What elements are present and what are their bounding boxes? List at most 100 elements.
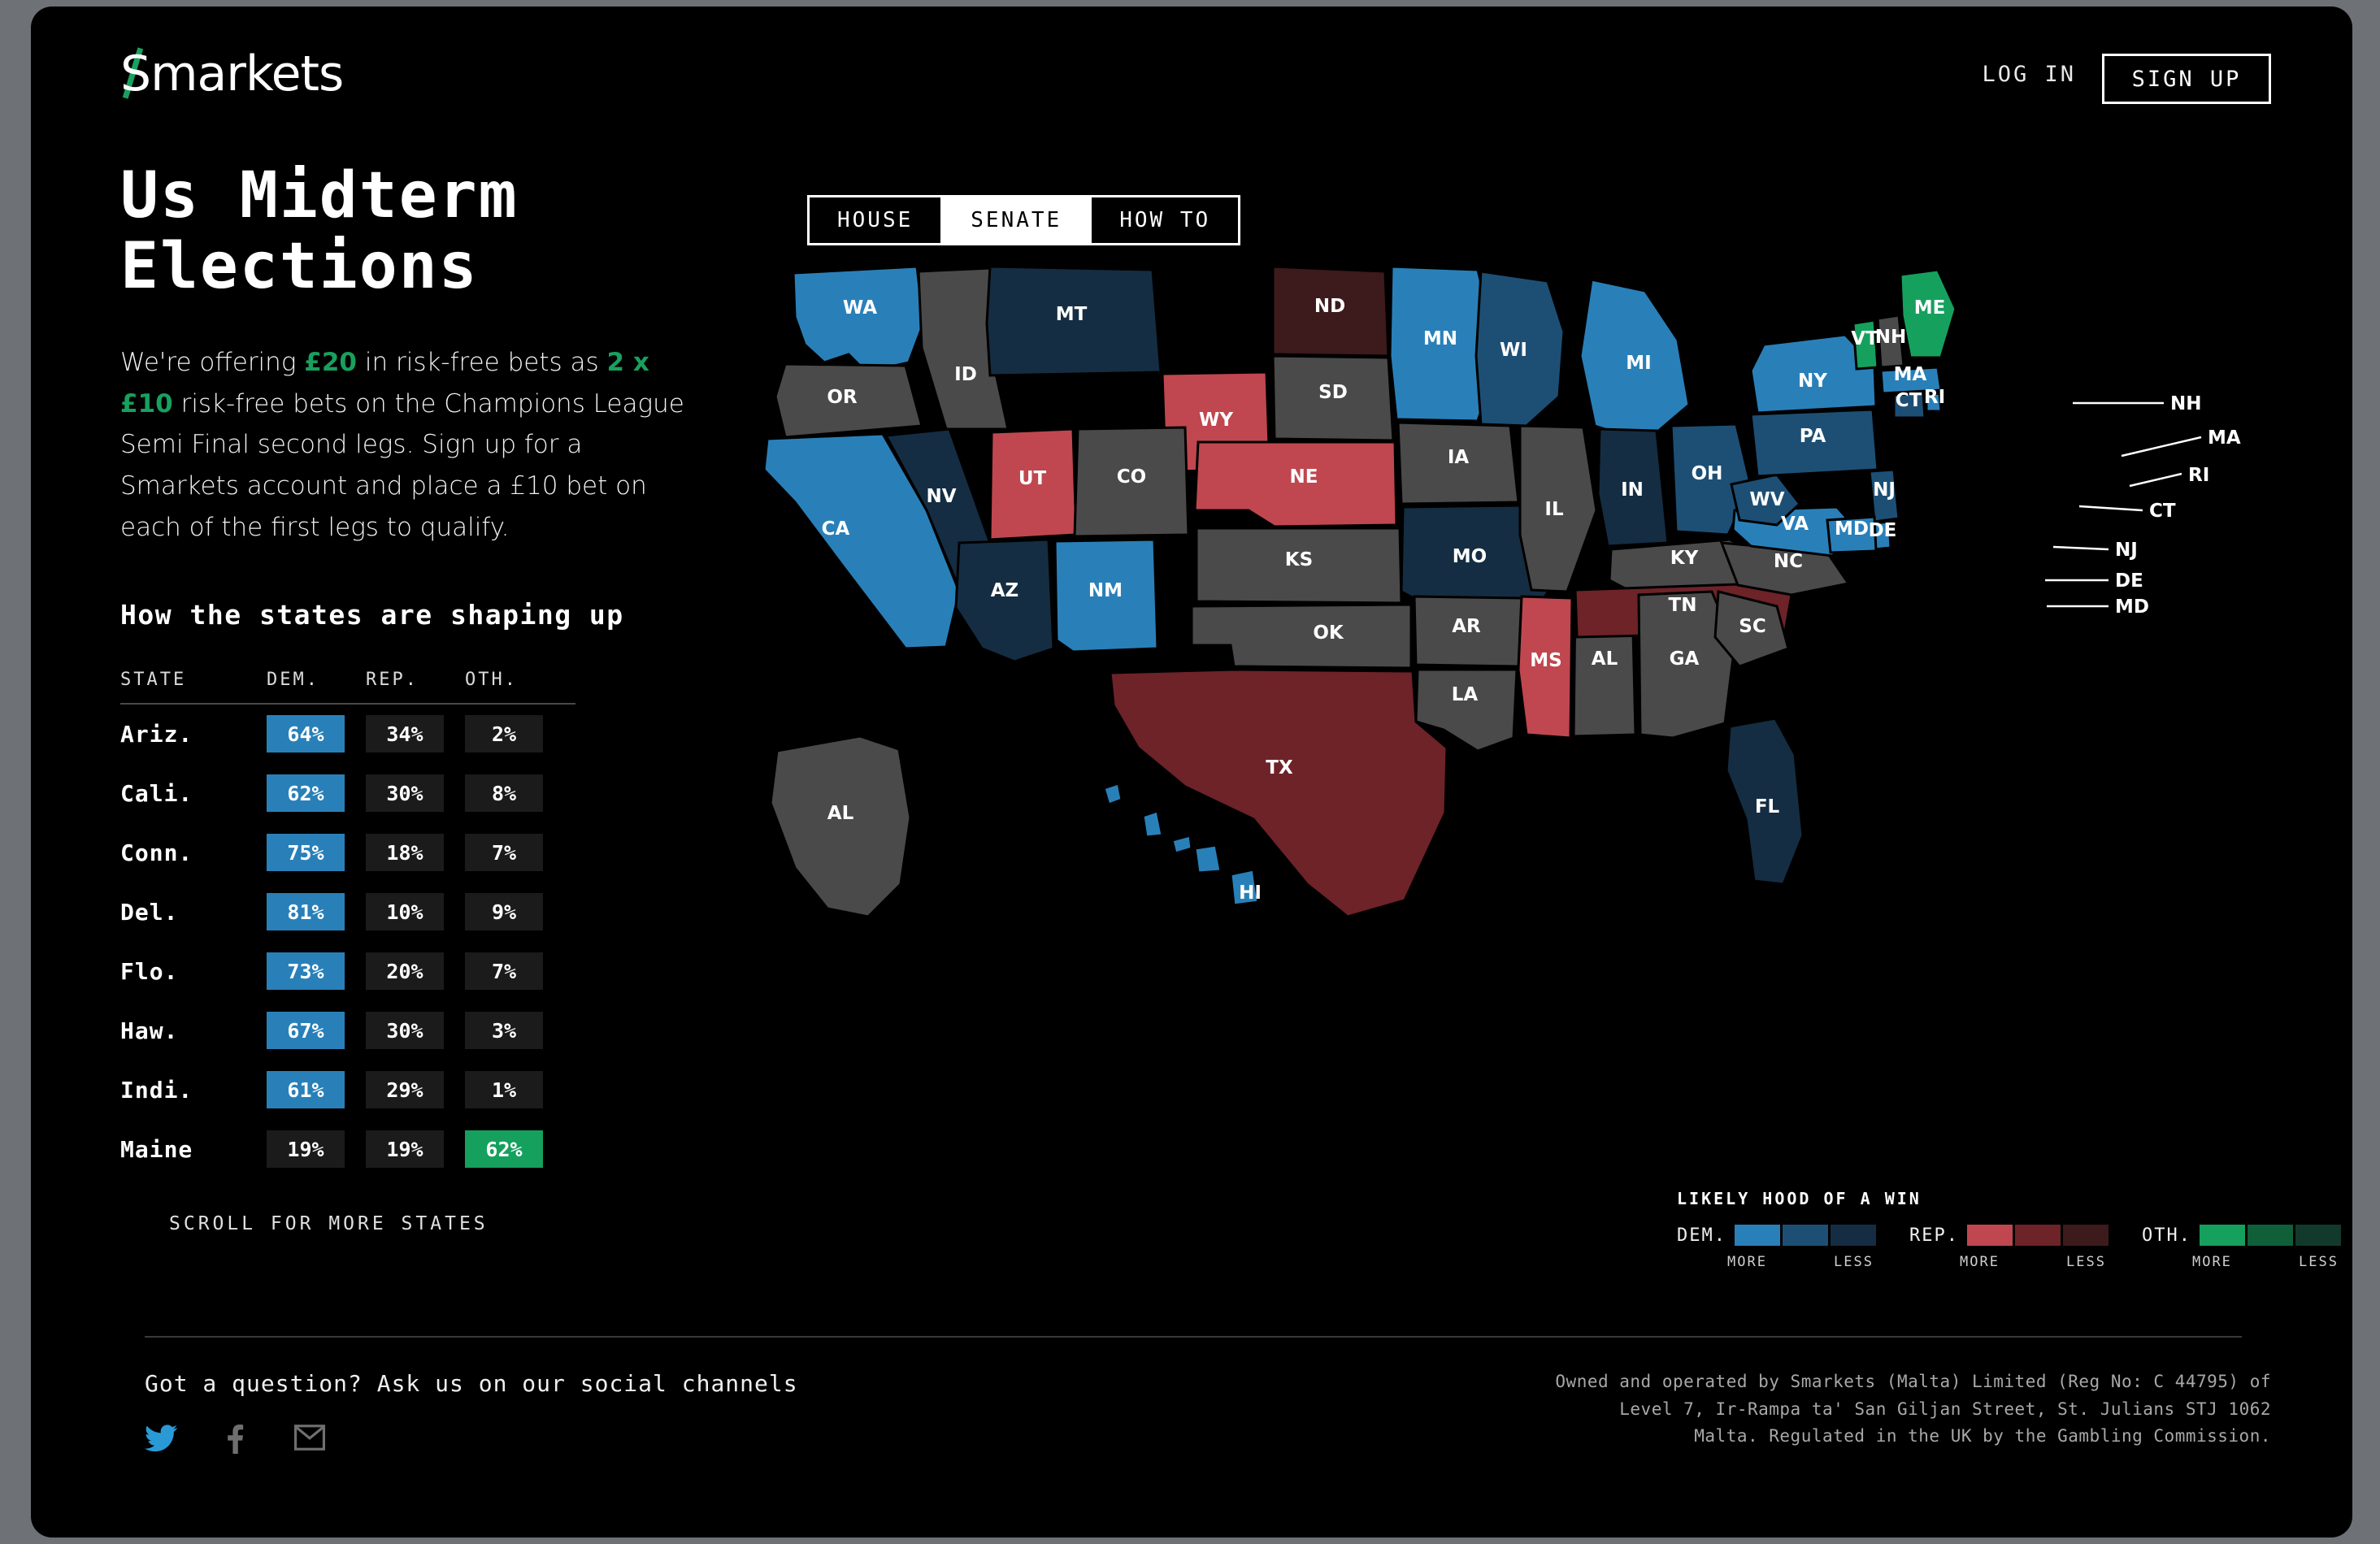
login-button[interactable]: LOG IN (1982, 62, 2076, 87)
table-row[interactable]: Indi. 61% 29% 1% (120, 1060, 575, 1120)
row-state-name: Maine (120, 1135, 193, 1163)
map-state-hi[interactable] (1193, 844, 1223, 874)
map-label-ok: OK (1313, 622, 1344, 644)
cell-dem: 61% (267, 1071, 345, 1109)
map-callout-label-ma: MA (2208, 427, 2241, 449)
legal-line-1: Owned and operated by Smarkets (Malta) L… (1555, 1372, 2271, 1391)
table-row[interactable]: Flo. 73% 20% 7% (120, 942, 575, 1001)
table-row[interactable]: Del. 81% 10% 9% (120, 883, 575, 942)
map-state-tx[interactable] (1109, 668, 1448, 918)
cell-wrap-dem: 73% (267, 952, 366, 991)
tab-senate[interactable]: SENATE (943, 197, 1090, 243)
legal-line-3: Malta. Regulated in the UK by the Gambli… (1694, 1426, 2271, 1446)
map-label-nd: ND (1314, 296, 1345, 317)
map-label-in: IN (1621, 479, 1644, 501)
legend-more-label: MORE (1959, 1254, 2000, 1270)
page-root: Smarkets LOG IN SIGN UP Us Midterm Elect… (31, 7, 2352, 1537)
map-view-tabs: HOUSE SENATE HOW TO (807, 195, 1241, 245)
tab-how-to[interactable]: HOW TO (1092, 197, 1239, 243)
table-header-row: STATE DEM. REP. OTH. (120, 670, 575, 703)
cell-wrap-oth: 7% (465, 834, 564, 872)
cell-wrap-oth: 9% (465, 893, 564, 931)
cell-wrap-rep: 10% (366, 893, 465, 931)
table-row[interactable]: Cali. 62% 30% 8% (120, 764, 575, 823)
footer-social-block: Got a question? Ask us on our social cha… (145, 1370, 798, 1457)
left-column: Us Midterm Elections We're offering £20 … (120, 160, 738, 1234)
cell-rep: 30% (366, 774, 444, 813)
map-label-ny: NY (1798, 371, 1827, 392)
table-row[interactable]: Maine 19% 19% 62% (120, 1120, 575, 1179)
cell-wrap-rep: 20% (366, 952, 465, 991)
cell-rep: 19% (366, 1130, 444, 1169)
cell-oth: 2% (465, 715, 543, 753)
promo-text-1: We're offering (120, 347, 305, 377)
cell-rep: 20% (366, 952, 444, 991)
map-callout-label-de: DE (2115, 570, 2143, 592)
cell-wrap-oth: 2% (465, 715, 564, 753)
cell-wrap-dem: 19% (267, 1130, 366, 1169)
footer-question: Got a question? Ask us on our social cha… (145, 1370, 798, 1397)
column-header-dem: DEM. (267, 669, 319, 690)
map-state-wa[interactable] (792, 267, 925, 374)
map-label-wi: WI (1500, 340, 1527, 361)
legend-swatches (2199, 1225, 2343, 1246)
map-label-pa: PA (1800, 426, 1826, 447)
map-label-ia: IA (1448, 447, 1470, 468)
map-label-hi: HI (1239, 883, 1262, 904)
legend-group-oth: OTH. MORE LESS (2142, 1225, 2352, 1270)
cell-wrap-oth: 3% (465, 1012, 564, 1050)
social-links (145, 1425, 798, 1457)
map-label-al: AL (1592, 648, 1618, 670)
map-state-al-ak[interactable] (769, 735, 912, 918)
cell-rep: 34% (366, 715, 444, 753)
cell-wrap-oth: 7% (465, 952, 564, 991)
twitter-icon[interactable] (145, 1425, 177, 1457)
promo-paragraph: We're offering £20 in risk-free bets as … (120, 342, 689, 549)
cell-oth: 8% (465, 774, 543, 813)
map-label-ct: CT (1896, 390, 1922, 411)
site-header: Smarkets LOG IN SIGN UP (31, 7, 2352, 128)
map-label-ri: RI (1924, 387, 1945, 408)
map-state-hi[interactable] (1170, 834, 1193, 855)
smarkets-logo[interactable]: Smarkets (120, 46, 344, 102)
legend-swatch (2014, 1225, 2061, 1246)
facebook-icon[interactable] (226, 1425, 245, 1457)
legend-swatch (1734, 1225, 1780, 1246)
cell-oth: 1% (465, 1071, 543, 1109)
map-state-ok[interactable] (1190, 603, 1413, 670)
map-label-wy: WY (1199, 410, 1233, 431)
map-state-hi[interactable] (1141, 809, 1164, 839)
map-state-hi[interactable] (1102, 782, 1123, 806)
column-header-rep: REP. (366, 669, 419, 690)
legend-more-label: MORE (2191, 1254, 2232, 1270)
cell-wrap-dem: 67% (267, 1012, 366, 1050)
cell-wrap-rep: 18% (366, 834, 465, 872)
map-label-sd: SD (1318, 382, 1348, 403)
map-label-fl: FL (1755, 796, 1780, 818)
email-icon[interactable] (294, 1425, 325, 1457)
row-state-name: Conn. (120, 839, 193, 866)
map-label-nj: NJ (1873, 479, 1896, 501)
map-label-va: VA (1781, 514, 1809, 535)
cell-wrap-oth: 1% (465, 1071, 564, 1109)
scroll-for-more-states[interactable]: SCROLL FOR MORE STATES (169, 1213, 575, 1234)
cell-wrap-dem: 64% (267, 715, 366, 753)
cell-oth: 62% (465, 1130, 543, 1169)
legend-swatches (1966, 1225, 2111, 1246)
table-row[interactable]: Ariz. 64% 34% 2% (120, 705, 575, 764)
map-label-sc: SC (1739, 616, 1765, 637)
cell-wrap-rep: 34% (366, 715, 465, 753)
table-row[interactable]: Haw. 67% 30% 3% (120, 1001, 575, 1060)
cell-wrap-dem: 61% (267, 1071, 366, 1109)
legend-group-label: REP. (1909, 1225, 1959, 1246)
tab-house[interactable]: HOUSE (810, 197, 941, 243)
table-row[interactable]: Conn. 75% 18% 7% (120, 823, 575, 883)
map-label-ga: GA (1670, 648, 1700, 670)
cell-wrap-rep: 30% (366, 1012, 465, 1050)
cell-rep: 30% (366, 1012, 444, 1050)
map-label-az: AZ (991, 580, 1018, 601)
table-body: Ariz. 64% 34% 2% Cali. 62% 30% 8% Conn. 75% 18% 7% D… (120, 705, 575, 1179)
legend-swatch (2247, 1225, 2293, 1246)
signup-button[interactable]: SIGN UP (2102, 54, 2271, 104)
map-label-nc: NC (1774, 551, 1803, 572)
